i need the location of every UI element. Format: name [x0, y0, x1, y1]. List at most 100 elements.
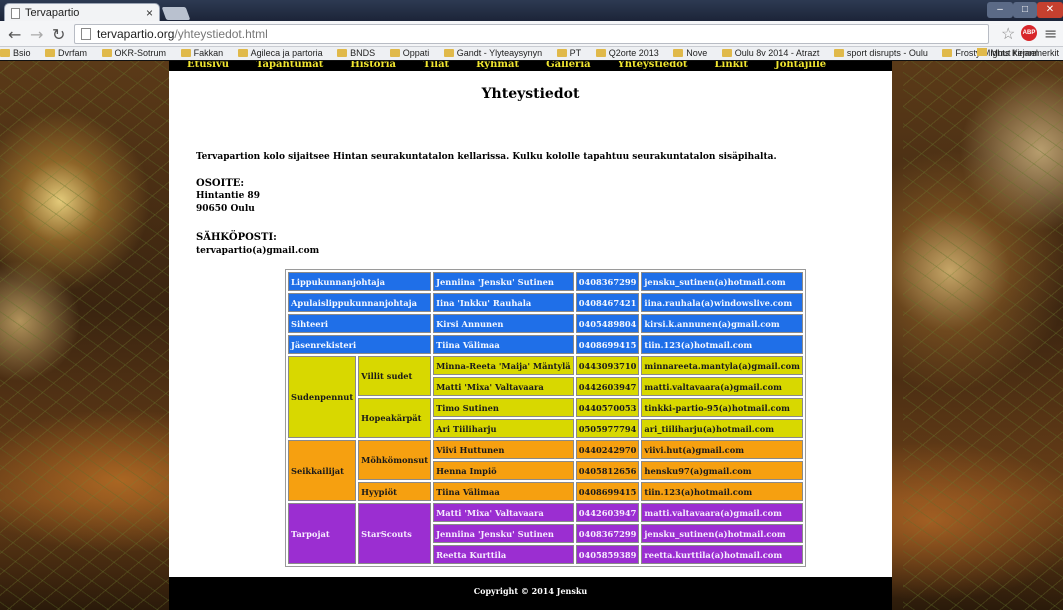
nav-johtajille[interactable]: Johtajille — [775, 61, 826, 71]
phone-cell: 0405489804 — [575, 314, 640, 333]
bookmark-item[interactable]: Bsio — [0, 47, 31, 58]
name-cell: Henna Impiö — [433, 461, 574, 480]
table-row: Jäsenrekisteri Tiina Välimaa 0408699415 … — [288, 335, 803, 354]
page-viewport: Etusivu Tapahtumat Historia Tilat Ryhmät… — [0, 61, 1063, 610]
bookmark-star-icon[interactable]: ☆ — [1001, 24, 1015, 43]
bookmark-item[interactable]: Fakkan — [180, 47, 224, 58]
nav-yhteystiedot[interactable]: Yhteystiedot — [618, 61, 688, 71]
address-street: Hintantie 89 — [196, 191, 260, 201]
name-cell: Tiina Välimaa — [433, 482, 574, 501]
forward-arrow-icon[interactable]: → — [30, 25, 43, 44]
email-value: tervapartio(a)gmail.com — [196, 246, 320, 256]
minimize-button[interactable]: – — [987, 2, 1013, 18]
bookmark-label: Nove — [686, 48, 708, 58]
nav-tilat[interactable]: Tilat — [423, 61, 449, 71]
bookmark-label: Dvrfam — [58, 48, 88, 58]
back-arrow-icon[interactable]: ← — [8, 25, 21, 44]
new-tab-button[interactable] — [161, 7, 191, 20]
bookmark-label: Oppati — [402, 48, 430, 58]
maximize-button[interactable]: □ — [1013, 2, 1037, 18]
nav-historia[interactable]: Historia — [350, 61, 396, 71]
bookmark-icon — [180, 49, 191, 57]
name-cell: Matti 'Mixa' Valtavaara — [433, 377, 574, 396]
email-cell: tiin.123(a)hotmail.com — [641, 482, 803, 501]
bookmark-item[interactable]: Oulu 8v 2014 - Atrazt — [721, 47, 820, 58]
address-label: OSOITE: — [196, 178, 245, 189]
bookmark-item[interactable]: Gandt - Ylyteaysynyn — [443, 47, 542, 58]
bookmark-item[interactable]: Oppati — [389, 47, 430, 58]
reload-icon[interactable]: ↻ — [52, 25, 65, 44]
bookmark-label: Fakkan — [193, 48, 224, 58]
bookmark-item[interactable]: PT — [556, 47, 582, 58]
bookmark-icon — [101, 49, 112, 57]
nav-ryhmat[interactable]: Ryhmät — [476, 61, 519, 71]
table-row: Lippukunnanjohtaja Jenniina 'Jensku' Sut… — [288, 272, 803, 291]
browser-tab[interactable]: Tervapartio × — [4, 3, 160, 21]
email-cell: matti.valtavaara(a)gmail.com — [641, 503, 803, 522]
nav-galleria[interactable]: Galleria — [546, 61, 591, 71]
phone-cell: 0408467421 — [575, 293, 640, 312]
bookmark-label: Oulu 8v 2014 - Atrazt — [734, 48, 820, 58]
phone-cell: 0408699415 — [575, 482, 640, 501]
adblock-icon[interactable]: ABP — [1021, 25, 1037, 41]
bookmark-label: sport disrupts - Oulu — [846, 48, 928, 58]
main-content: Yhteystiedot Tervapartion kolo sijaitsee… — [169, 71, 892, 577]
bookmark-icon — [673, 49, 684, 57]
email-cell: reetta.kurttila(a)hotmail.com — [641, 545, 803, 564]
table-row: Hyypiöt Tiina Välimaa 0408699415 tiin.12… — [288, 482, 803, 501]
bookmark-item[interactable]: Nove — [673, 47, 707, 58]
site-footer: Copyright © 2014 Jensku — [169, 577, 892, 610]
bookmark-item[interactable]: Dvrfam — [45, 47, 87, 58]
phone-cell: 0405859389 — [575, 545, 640, 564]
bookmark-item[interactable]: BNDS — [337, 47, 375, 58]
role-cell: Apulaislippukunnanjohtaja — [288, 293, 432, 312]
bookmark-icon — [833, 49, 844, 57]
tab-title: Tervapartio — [25, 7, 80, 19]
bookmark-label: PT — [569, 48, 582, 58]
group-cell: Hyypiöt — [358, 482, 432, 501]
bookmark-icon — [0, 49, 10, 57]
background-pine-branches — [0, 61, 170, 610]
phone-cell: 0440242970 — [575, 440, 640, 459]
bookmark-label: OKR-Sotrum — [114, 48, 167, 58]
name-cell: Minna-Reeta 'Maija' Mäntylä — [433, 356, 574, 375]
email-cell: iina.rauhala(a)windowslive.com — [641, 293, 803, 312]
role-cell: Jäsenrekisteri — [288, 335, 432, 354]
phone-cell: 0442603947 — [575, 377, 640, 396]
close-window-button[interactable]: ✕ — [1037, 2, 1063, 18]
bookmark-icon — [595, 49, 606, 57]
address-postal: 90650 Oulu — [196, 204, 255, 214]
name-cell: Ari Tiiliharju — [433, 419, 574, 438]
name-cell: Reetta Kurttila — [433, 545, 574, 564]
address-bar[interactable]: tervapartio.org/yhteystiedot.html — [74, 24, 989, 44]
name-cell: Timo Sutinen — [433, 398, 574, 417]
bookmark-item[interactable]: Q2orte 2013 — [595, 47, 659, 58]
age-group-cell: Sudenpennut — [288, 356, 357, 438]
bookmark-item[interactable]: Agileca ja partoria — [237, 47, 323, 58]
bookmarks-bar: Bsio Dvrfam OKR-Sotrum Fakkan Agileca ja… — [0, 47, 1063, 61]
email-cell: hensku97(a)gmail.com — [641, 461, 803, 480]
name-cell: Tiina Välimaa — [433, 335, 574, 354]
bookmark-icon — [942, 49, 953, 57]
name-cell: Kirsi Annunen — [433, 314, 574, 333]
url-host: tervapartio.org — [97, 27, 175, 41]
table-row: Seikkailijat Möhkömonsut Viivi Huttunen … — [288, 440, 803, 501]
age-group-cell: Seikkailijat — [288, 440, 357, 501]
phone-cell: 0408367299 — [575, 524, 640, 543]
nav-tapahtumat[interactable]: Tapahtumat — [256, 61, 323, 71]
email-cell: viivi.hut(a)gmail.com — [641, 440, 803, 459]
menu-icon[interactable]: ≡ — [1044, 24, 1057, 43]
nav-etusivu[interactable]: Etusivu — [187, 61, 229, 71]
name-cell: Iina 'Inkku' Rauhala — [433, 293, 574, 312]
phone-cell: 0405812656 — [575, 461, 640, 480]
other-bookmarks[interactable]: Muut kirjanmerkit — [977, 48, 1059, 58]
email-cell: matti.valtavaara(a)gmail.com — [641, 377, 803, 396]
name-cell: Viivi Huttunen — [433, 440, 574, 459]
phone-cell: 0505977794 — [575, 419, 640, 438]
table-row: Hopeakärpät Timo Sutinen 0440570053 tink… — [288, 398, 803, 438]
bookmark-item[interactable]: OKR-Sotrum — [101, 47, 167, 58]
nav-linkit[interactable]: Linkit — [715, 61, 748, 71]
contacts-table: Lippukunnanjohtaja Jenniina 'Jensku' Sut… — [285, 269, 806, 567]
tab-close-icon[interactable]: × — [146, 6, 153, 20]
bookmark-item[interactable]: sport disrupts - Oulu — [833, 47, 928, 58]
